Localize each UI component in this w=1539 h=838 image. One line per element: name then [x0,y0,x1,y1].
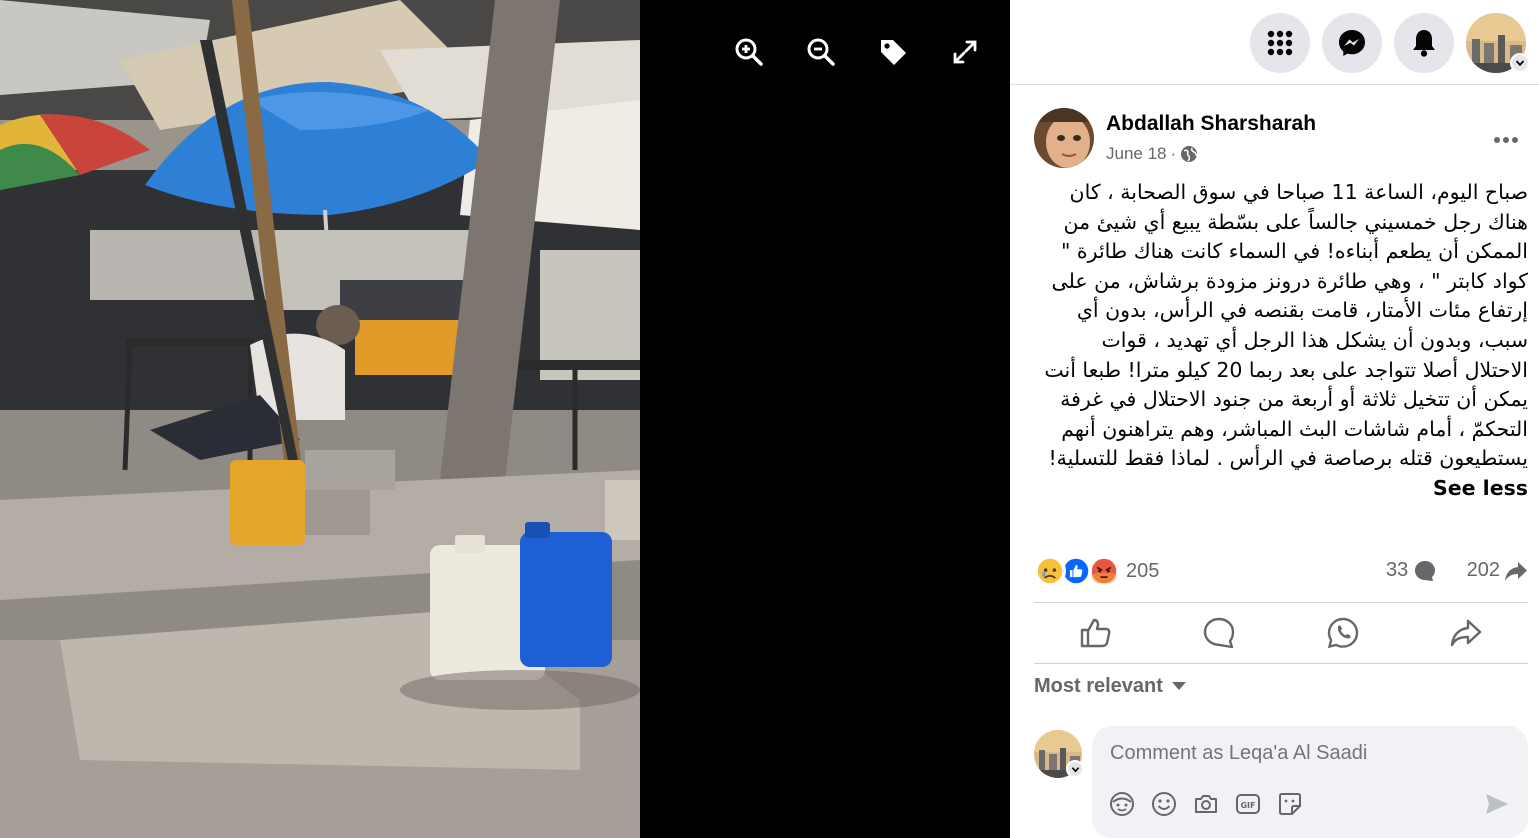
reactions-summary: 205 33 202 [1034,553,1528,591]
share-icon [1451,619,1482,647]
comment-button[interactable] [1158,603,1282,663]
composer-account-chevron[interactable] [1066,760,1084,778]
tag-photo-button[interactable] [871,30,915,74]
see-less-link[interactable]: See less [1433,476,1528,500]
whatsapp-icon [1327,617,1358,649]
camera-icon [1195,795,1217,813]
chevron-down-icon [1515,60,1525,67]
avatar-sticker-icon [1110,792,1134,816]
comment-composer: GIF [1034,726,1528,838]
notifications-button[interactable] [1394,13,1454,73]
comment-sort-dropdown[interactable]: Most relevant [1034,672,1187,700]
messenger-icon [1339,30,1365,56]
send-comment-button[interactable] [1484,792,1510,821]
post-side-panel: Abdallah Sharsharah June 18 · صباح اليوم… [1010,0,1539,838]
top-navigation-bar [1010,0,1539,85]
composer-toolbar: GIF [1108,790,1304,818]
chevron-down-icon [1071,766,1079,772]
globe-icon [1181,146,1198,162]
date-separator: · [1170,144,1177,163]
fullscreen-button[interactable] [943,30,987,74]
post-timestamp: June 18 · [1106,144,1198,164]
avatar-sticker-button[interactable] [1108,790,1136,818]
svg-text:GIF: GIF [1240,801,1255,810]
post-message: صباح اليوم، الساعة 11 صباحا في سوق الصحا… [1044,180,1528,471]
author-avatar[interactable] [1034,108,1094,168]
sad-reaction-icon [1034,555,1066,587]
account-menu-chevron[interactable] [1510,53,1530,73]
photo-attach-button[interactable] [1192,790,1220,818]
zoom-in-icon [735,38,763,66]
gif-button[interactable]: GIF [1234,790,1262,818]
zoom-in-button[interactable] [727,30,771,74]
like-button[interactable] [1034,603,1158,663]
sticker-icon [1279,793,1301,815]
post-header: Abdallah Sharsharah June 18 · [1034,108,1524,168]
post-actions [1034,602,1528,664]
reaction-count[interactable]: 205 [1126,560,1159,583]
share-count-link[interactable]: 202 [1467,559,1528,582]
like-thumb-icon [1080,618,1111,648]
zoom-out-button[interactable] [799,30,843,74]
caret-down-icon [1171,682,1186,690]
post-body: صباح اليوم، الساعة 11 صباحا في سوق الصحا… [1034,178,1528,504]
comment-box: GIF [1092,726,1528,838]
send-icon [1486,794,1508,814]
whatsapp-share-button[interactable] [1281,603,1405,663]
emoji-button[interactable] [1150,790,1178,818]
comment-input[interactable] [1110,742,1500,765]
comment-bubble-icon [1415,560,1436,581]
sticker-button[interactable] [1276,790,1304,818]
menu-button[interactable] [1250,13,1310,73]
author-name[interactable]: Abdallah Sharsharah [1106,112,1316,136]
zoom-out-icon [807,38,835,66]
photo-viewer [0,0,1010,838]
menu-grid-icon [1267,30,1293,56]
gif-icon: GIF [1236,794,1260,814]
share-count: 202 [1466,559,1500,581]
messenger-button[interactable] [1322,13,1382,73]
comment-count: 33 [1386,559,1409,581]
comment-icon [1204,617,1235,649]
comment-count-link[interactable]: 33 [1386,559,1436,582]
share-button[interactable] [1405,603,1529,663]
post-photo[interactable] [0,0,640,838]
expand-icon [953,40,977,64]
tag-icon [881,40,906,65]
more-dots-icon [1494,137,1518,143]
post-options-button[interactable] [1488,122,1524,158]
reaction-icons[interactable] [1034,555,1124,587]
comment-sort-label: Most relevant [1034,674,1163,697]
share-arrow-icon [1505,561,1527,581]
emoji-icon [1152,792,1176,816]
bell-icon [1413,30,1435,57]
angry-reaction-icon [1088,555,1120,587]
post-date-link[interactable]: June 18 [1106,144,1167,164]
